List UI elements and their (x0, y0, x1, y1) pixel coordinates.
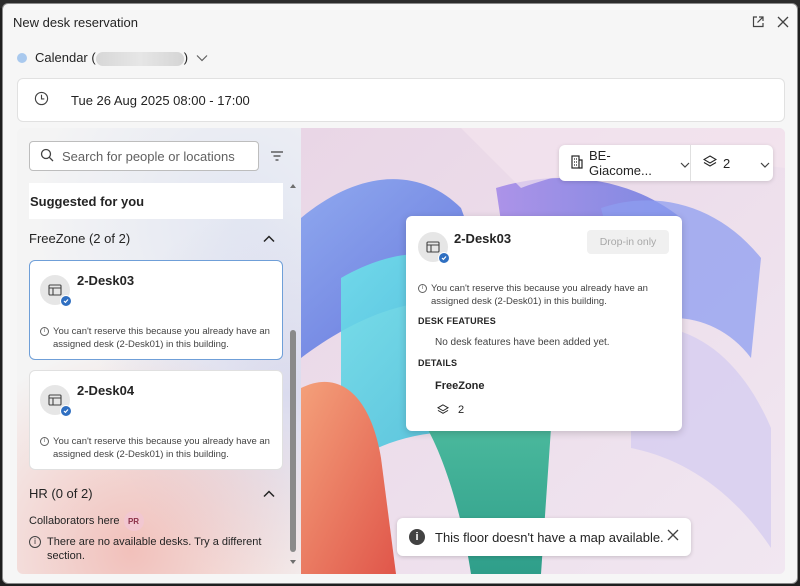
building-name: BE-Giacome... (589, 148, 652, 178)
collaborators-label: Collaborators here (29, 515, 120, 527)
desk-card-2-desk04[interactable]: 2-Desk04 i You can't reserve this becaus… (29, 370, 283, 470)
no-map-toast: i This floor doesn't have a map availabl… (397, 518, 691, 556)
date-time-text: Tue 26 Aug 2025 08:00 - 17:00 (71, 92, 250, 108)
results-panel: Suggested for you FreeZone (2 of 2) 2-De… (17, 128, 301, 574)
info-icon: i (418, 284, 427, 293)
floor-dropdown[interactable]: 2 (691, 145, 773, 181)
calendar-label: Calendar () (35, 50, 189, 66)
suggested-header: Suggested for you (29, 183, 283, 219)
desk-note: i You can't reserve this because you alr… (40, 325, 276, 351)
building-icon (571, 154, 583, 172)
toast-close-icon[interactable] (667, 529, 679, 544)
desk-card-2-desk03[interactable]: 2-Desk03 i You can't reserve this becaus… (29, 260, 283, 360)
checkmark-icon (60, 405, 72, 417)
detail-desk-name: 2-Desk03 (454, 231, 512, 246)
floor-number: 2 (723, 155, 731, 171)
popout-icon[interactable] (749, 13, 767, 31)
collaborators-row: Collaborators here PR (29, 511, 144, 531)
chevron-down-icon (680, 156, 690, 171)
window-title: New desk reservation (13, 14, 138, 30)
desk-features-header: DESK FEATURES (418, 316, 496, 326)
section-hr-header[interactable]: HR (0 of 2) (29, 486, 283, 501)
detail-note: i You can't reserve this because you alr… (418, 282, 674, 308)
section-freezone-label: FreeZone (2 of 2) (29, 231, 131, 246)
layers-icon (702, 155, 718, 171)
calendar-selector[interactable]: Calendar () (17, 50, 208, 66)
scroll-thumb[interactable] (290, 330, 296, 552)
clock-icon (34, 91, 49, 109)
toast-text: This floor doesn't have a map available. (435, 529, 664, 545)
no-desks-message: i There are no available desks. Try a di… (29, 535, 269, 563)
search-icon (40, 148, 54, 165)
info-icon: i (40, 437, 49, 446)
drop-in-only-button[interactable]: Drop-in only (587, 230, 669, 254)
redacted-account (95, 51, 184, 66)
chevron-down-icon (760, 156, 770, 171)
detail-zone: FreeZone (435, 380, 485, 392)
info-icon: i (40, 327, 49, 336)
building-dropdown[interactable]: BE-Giacome... (559, 145, 691, 181)
chevron-up-icon[interactable] (263, 231, 275, 246)
title-bar: New desk reservation (3, 4, 797, 40)
desk-name: 2-Desk04 (77, 383, 135, 398)
close-icon[interactable] (774, 13, 792, 31)
date-time-field[interactable]: Tue 26 Aug 2025 08:00 - 17:00 (17, 78, 785, 122)
layers-icon (436, 403, 450, 418)
scrollbar[interactable] (289, 184, 297, 564)
search-box[interactable] (29, 141, 259, 171)
desk-note: i You can't reserve this because you alr… (40, 435, 276, 461)
avatar[interactable]: PR (123, 511, 144, 531)
checkmark-icon (438, 252, 450, 264)
desk-detail-card: 2-Desk03 Drop-in only i You can't reserv… (406, 216, 682, 431)
calendar-color-dot (17, 52, 27, 63)
scroll-down-arrow[interactable] (290, 560, 296, 564)
filter-icon[interactable] (267, 146, 287, 166)
section-hr-label: HR (0 of 2) (29, 486, 93, 501)
reservation-window: New desk reservation Calendar () Tue 26 … (2, 3, 798, 584)
checkmark-icon (60, 295, 72, 307)
desk-icon (418, 232, 450, 264)
search-input[interactable] (62, 148, 252, 164)
info-icon: i (29, 536, 41, 548)
desk-name: 2-Desk03 (77, 273, 135, 288)
section-freezone-header[interactable]: FreeZone (2 of 2) (29, 231, 283, 246)
desk-features-text: No desk features have been added yet. (435, 337, 610, 348)
desk-icon (40, 385, 72, 417)
info-icon: i (409, 529, 425, 545)
chevron-down-icon (196, 50, 208, 65)
details-header: DETAILS (418, 358, 458, 368)
desk-icon (40, 275, 72, 307)
detail-floor: 2 (458, 404, 465, 416)
scroll-up-arrow[interactable] (290, 184, 296, 188)
building-floor-selector: BE-Giacome... 2 (559, 145, 773, 181)
chevron-up-icon[interactable] (263, 486, 275, 501)
